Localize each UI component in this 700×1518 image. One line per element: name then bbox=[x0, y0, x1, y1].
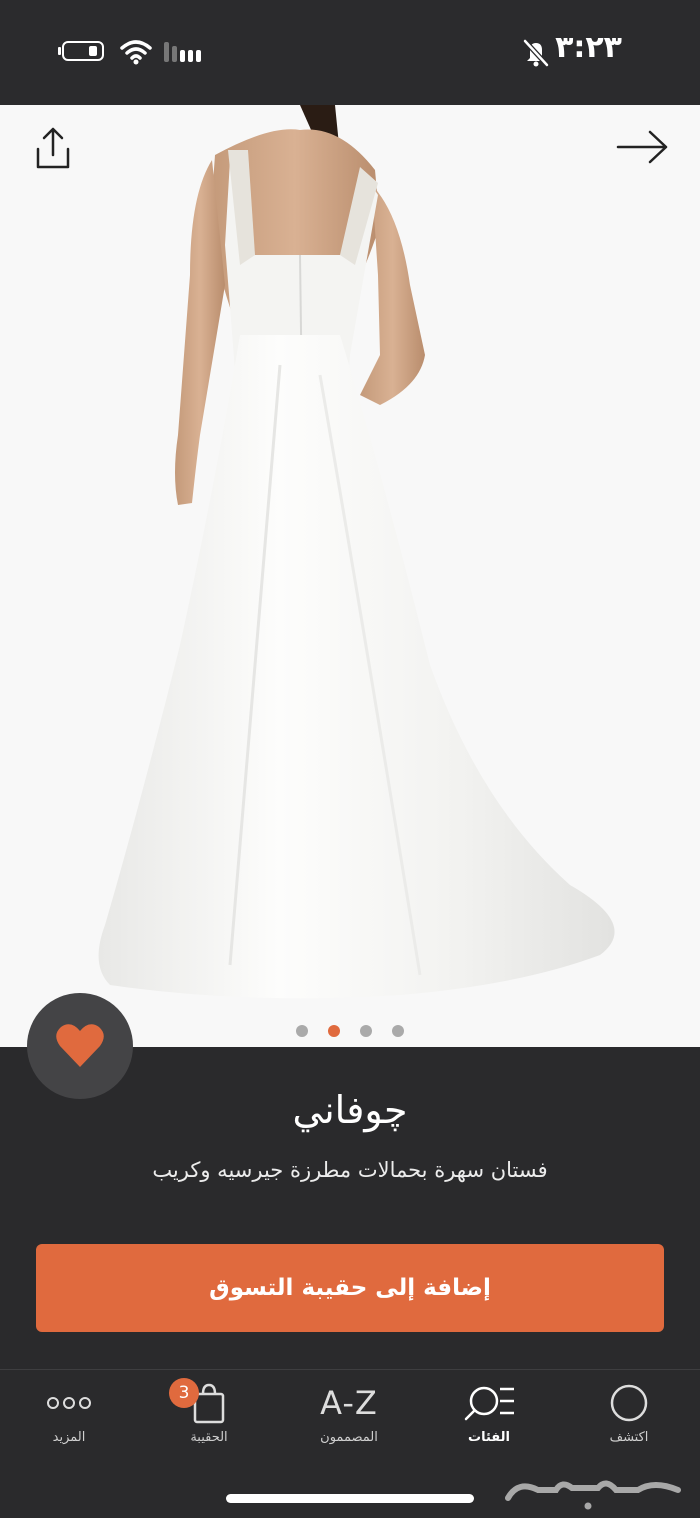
circle-icon bbox=[610, 1384, 648, 1422]
more-icon bbox=[47, 1397, 91, 1409]
tab-label: اكتشف bbox=[609, 1430, 649, 1445]
arrow-right-icon[interactable] bbox=[614, 127, 670, 167]
bag-count-badge: 3 bbox=[169, 1378, 199, 1408]
tab-label: المزيد bbox=[52, 1430, 86, 1445]
status-bar: ٣:٢٣ bbox=[0, 0, 700, 105]
tab-bar-divider bbox=[0, 1369, 700, 1370]
search-list-icon bbox=[464, 1386, 514, 1421]
status-time: ٣:٢٣ bbox=[555, 30, 622, 65]
pagination-dot[interactable] bbox=[360, 1025, 372, 1037]
tab-categories[interactable]: الفئات bbox=[429, 1378, 549, 1458]
tab-designers[interactable]: A-Z المصممون bbox=[289, 1378, 409, 1458]
pagination-dot[interactable] bbox=[296, 1025, 308, 1037]
tab-bag[interactable]: الحقيبة bbox=[149, 1378, 269, 1458]
battery-cap bbox=[58, 47, 61, 55]
product-description: فستان سهرة بحمالات مطرزة جيرسيه وكريب bbox=[152, 1158, 548, 1182]
tab-discover[interactable]: اكتشف bbox=[569, 1378, 689, 1458]
signal-icon bbox=[164, 42, 201, 62]
product-image bbox=[98, 105, 615, 999]
tab-label: الفئات bbox=[468, 1430, 510, 1445]
tab-more[interactable]: المزيد bbox=[9, 1378, 129, 1458]
tab-label: المصممون bbox=[320, 1430, 378, 1445]
pagination-dot-active[interactable] bbox=[328, 1025, 340, 1037]
mute-icon bbox=[523, 39, 549, 67]
product-brand[interactable]: چوفاني bbox=[0, 1088, 700, 1132]
home-indicator[interactable] bbox=[226, 1494, 474, 1503]
favorite-button[interactable] bbox=[27, 993, 133, 1099]
battery-icon bbox=[62, 41, 104, 61]
wifi-icon bbox=[120, 40, 152, 65]
add-to-bag-button[interactable]: إضافة إلى حقيبة التسوق bbox=[36, 1244, 664, 1332]
az-icon: A-Z bbox=[320, 1384, 378, 1422]
share-icon[interactable] bbox=[30, 125, 76, 171]
tab-label: الحقيبة bbox=[190, 1430, 228, 1445]
pagination-dot[interactable] bbox=[392, 1025, 404, 1037]
product-image-gallery[interactable] bbox=[0, 105, 700, 1047]
watermark-logo bbox=[505, 1480, 681, 1510]
heart-icon bbox=[56, 1024, 104, 1067]
